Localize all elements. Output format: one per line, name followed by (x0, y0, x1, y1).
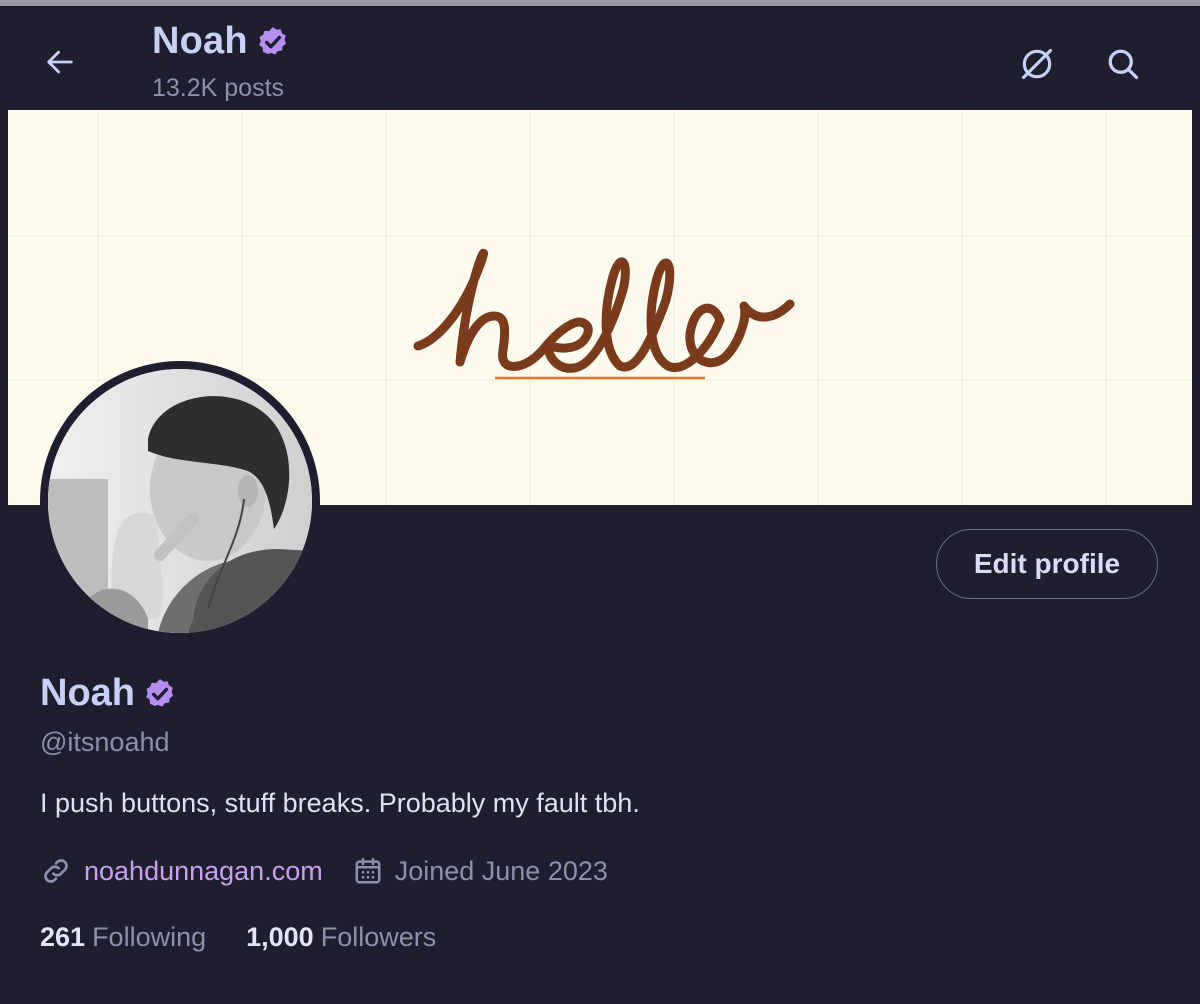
grok-button[interactable] (1013, 40, 1061, 88)
search-button[interactable] (1099, 40, 1147, 88)
follow-stats: 261 Following 1,000 Followers (40, 922, 436, 953)
followers-stat[interactable]: 1,000 Followers (246, 922, 436, 953)
hello-lettering (413, 248, 795, 373)
link-icon (44, 859, 68, 883)
joined-date: Joined June 2023 (394, 855, 608, 886)
following-stat[interactable]: 261 Following (40, 922, 206, 953)
avatar[interactable] (40, 361, 320, 641)
edit-profile-button[interactable]: Edit profile (936, 529, 1158, 599)
followers-count: 1,000 (246, 922, 314, 952)
profile-name: Noah (40, 672, 135, 714)
followers-label: Followers (320, 922, 437, 952)
avatar-portrait (48, 369, 312, 633)
profile-bio: I push buttons, stuff breaks. Probably m… (40, 788, 640, 818)
posts-count: 13.2K posts (152, 74, 285, 102)
back-button[interactable] (34, 36, 86, 88)
arrow-left-icon (47, 50, 73, 74)
calendar-icon (355, 857, 381, 884)
profile-meta: noahdunnagan.com Joined June 2023 (40, 855, 608, 887)
website-link[interactable]: noahdunnagan.com (84, 856, 323, 887)
slashed-circle-icon (1021, 48, 1053, 80)
profile-handle: @itsnoahd (40, 727, 170, 757)
header-title: Noah (152, 20, 290, 63)
header-name: Noah (152, 20, 248, 62)
search-icon (1108, 49, 1139, 80)
following-count: 261 (40, 922, 86, 952)
verified-badge-icon[interactable] (143, 677, 177, 711)
avatar-photo (48, 369, 312, 633)
verified-badge-icon (259, 26, 286, 54)
profile-name-row: Noah (40, 672, 177, 715)
following-label: Following (92, 922, 207, 952)
profile-header: Noah 13.2K posts (0, 6, 1200, 110)
